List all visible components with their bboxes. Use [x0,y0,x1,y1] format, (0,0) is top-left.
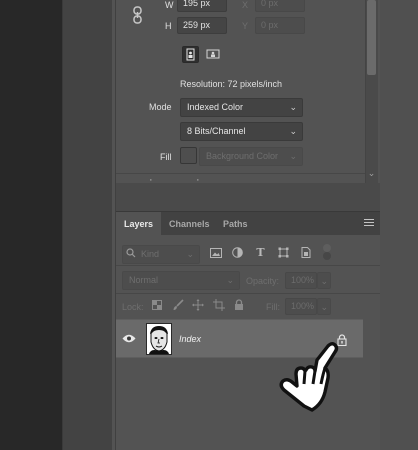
divider [116,265,380,266]
blend-mode-value: Normal [129,275,159,285]
x-label: X [242,0,249,10]
bit-depth-select[interactable]: 8 Bits/Channel ⌄ [180,122,303,141]
tab-channels[interactable]: Channels [161,212,218,236]
resolution-text: Resolution: 72 pixels/inch [180,79,283,89]
lock-brush-icon[interactable] [172,299,184,311]
tab-layers[interactable]: Layers [116,212,162,236]
scroll-down-arrow-icon[interactable]: ⌄ [367,168,376,178]
height-field[interactable]: 259 px [177,17,227,34]
lock-all-icon[interactable] [234,299,244,311]
lock-transparent-icon[interactable] [152,300,162,310]
fill-opacity-label: Fill: [266,302,280,312]
filter-toggle-icon[interactable] [323,244,331,252]
bit-depth-value: 8 Bits/Channel [187,126,246,136]
chevron-down-icon: ⌄ [289,126,297,136]
chevron-down-icon: ⌄ [320,276,328,286]
lock-label: Lock: [122,302,144,312]
fill-value: Background Color [206,151,279,161]
chevron-down-icon: ⌄ [186,249,194,259]
image-filter-icon[interactable] [210,248,222,258]
mode-value: Indexed Color [187,102,244,112]
landscape-orientation-button[interactable] [205,46,222,63]
divider [116,173,365,174]
chevron-down-icon: ⌄ [226,275,234,285]
shape-filter-icon[interactable] [278,247,289,258]
type-filter-icon[interactable]: T [255,246,266,259]
opacity-field[interactable]: 100% [285,272,317,289]
fill-opacity-field[interactable]: 100% [285,298,317,315]
adjustment-filter-icon[interactable] [232,247,243,258]
layer-thumbnail[interactable] [146,323,172,355]
smart-object-filter-icon[interactable] [301,247,311,258]
hand-pointer-icon [270,340,342,418]
y-label: Y [242,21,249,31]
landscape-icon [206,49,220,59]
mode-select[interactable]: Indexed Color ⌄ [180,98,303,117]
right-dock [380,0,418,450]
height-label: H [165,21,172,31]
search-icon [126,248,136,258]
width-field[interactable]: 195 px [177,0,227,12]
eye-icon[interactable] [122,334,136,343]
lock-move-icon[interactable] [192,299,204,311]
portrait-orientation-button[interactable] [182,46,199,63]
panel-gap [116,183,380,211]
filter-kind-value: Kind [141,249,160,259]
toolbar-column [62,0,112,450]
divider [116,293,380,294]
fill-select[interactable]: Background Color ⌄ [199,147,303,166]
x-field[interactable]: 0 px [255,0,305,12]
fill-opacity-dropdown[interactable]: ⌄ [317,298,331,315]
layer-name[interactable]: Index [179,334,201,344]
fill-color-swatch[interactable] [180,147,197,164]
filter-toggle-icon[interactable] [323,252,331,260]
chevron-down-icon: ⌄ [320,302,328,312]
width-label: W [165,0,174,10]
portrait-icon [186,48,195,61]
link-icon[interactable] [132,6,144,24]
opacity-dropdown[interactable]: ⌄ [317,272,331,289]
chevron-down-icon: ⌄ [289,102,297,112]
mode-label: Mode [149,102,172,112]
blend-mode-select[interactable]: Normal ⌄ [122,271,240,290]
tab-paths[interactable]: Paths [215,212,256,236]
y-field[interactable]: 0 px [255,17,305,34]
lock-artboard-icon[interactable] [213,299,225,311]
chevron-down-icon: ⌄ [289,151,297,161]
properties-scroll-thumb[interactable] [367,0,376,75]
layers-tab-bar: Layers Channels Paths [116,211,380,236]
app-background [0,0,62,450]
fill-label: Fill [160,152,172,162]
opacity-label: Opacity: [246,276,280,286]
panel-menu-icon[interactable] [364,219,374,227]
